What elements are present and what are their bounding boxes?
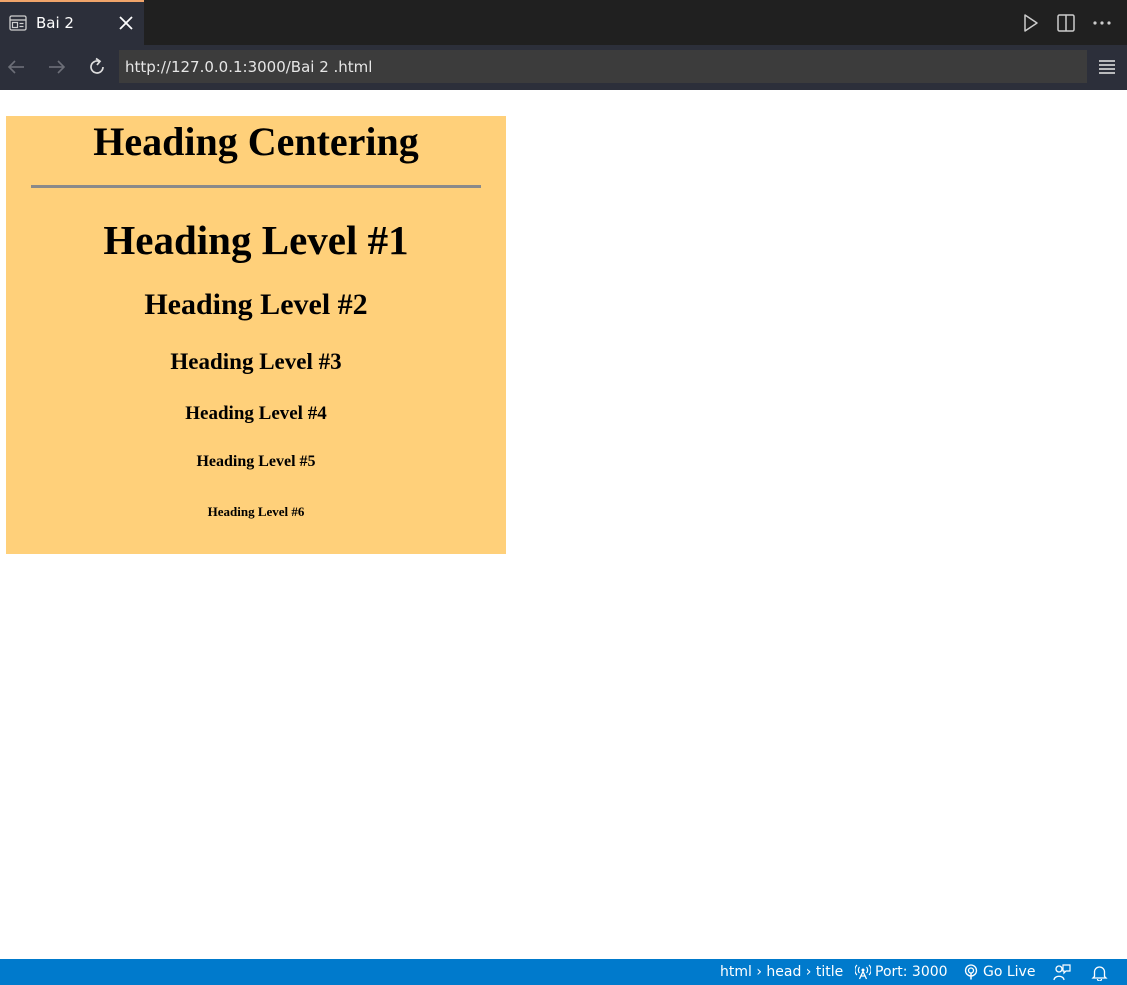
status-bar: html › head › title Port: 3000 Go Live [0, 959, 1127, 985]
forward-arrow-icon[interactable] [46, 56, 68, 78]
heading-level-2: Heading Level #2 [144, 288, 368, 321]
title-bar: Bai 2 [0, 0, 1127, 45]
go-live-text: Go Live [983, 964, 1036, 980]
breadcrumb-text: html › head › title [720, 964, 844, 980]
back-arrow-icon[interactable] [5, 56, 27, 78]
tab-bai-2[interactable]: Bai 2 [0, 0, 144, 45]
horizontal-rule [31, 185, 481, 188]
bell-icon[interactable] [1091, 964, 1108, 981]
more-icon[interactable] [1091, 12, 1113, 34]
broadcast-icon [855, 964, 871, 980]
go-live-icon [964, 964, 978, 980]
page-viewport: Heading Centering Heading Level #1 Headi… [0, 90, 1127, 959]
editor-actions [1019, 12, 1113, 34]
preview-tab-icon [9, 15, 27, 31]
close-icon[interactable] [117, 14, 135, 32]
heading-level-3: Heading Level #3 [170, 349, 342, 374]
heading-centering: Heading Centering [93, 119, 419, 164]
menu-icon[interactable] [1097, 56, 1117, 76]
url-input[interactable]: http://127.0.0.1:3000/Bai 2 .html [119, 50, 1087, 83]
feedback-icon[interactable] [1053, 964, 1071, 981]
heading-level-1: Heading Level #1 [103, 217, 409, 263]
heading-level-6: Heading Level #6 [207, 504, 305, 519]
port-text: Port: 3000 [875, 964, 948, 980]
heading-card: Heading Centering Heading Level #1 Headi… [6, 116, 506, 554]
heading-level-4: Heading Level #4 [185, 403, 327, 424]
tab-title: Bai 2 [36, 14, 74, 32]
heading-level-5: Heading Level #5 [196, 453, 316, 470]
reload-icon[interactable] [86, 56, 108, 78]
port-status[interactable]: Port: 3000 [855, 959, 948, 985]
run-icon[interactable] [1019, 12, 1041, 34]
go-live-button[interactable]: Go Live [963, 959, 1035, 985]
breadcrumb[interactable]: html › head › title [720, 959, 843, 985]
url-text: http://127.0.0.1:3000/Bai 2 .html [125, 57, 373, 76]
split-editor-icon[interactable] [1055, 12, 1077, 34]
